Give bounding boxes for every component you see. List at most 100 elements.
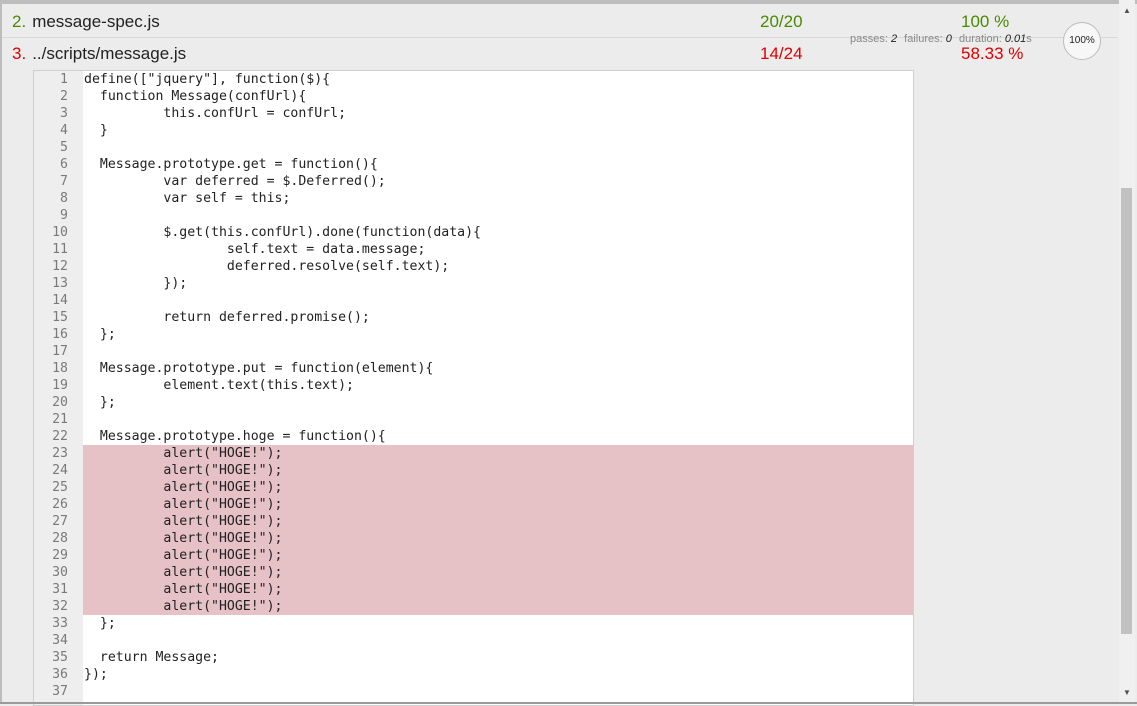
code-line: 3 this.confUrl = confUrl; bbox=[34, 105, 913, 122]
code-line-uncovered: 28 alert("HOGE!"); bbox=[34, 530, 913, 547]
line-number: 25 bbox=[52, 480, 68, 495]
duration-unit: s bbox=[1026, 33, 1032, 45]
line-number: 4 bbox=[60, 123, 68, 138]
code-line: 22 Message.prototype.hoge = function(){ bbox=[34, 428, 913, 445]
code-text: element.text(this.text); bbox=[84, 378, 354, 393]
scroll-up-icon[interactable]: ▲ bbox=[1119, 4, 1135, 18]
line-number: 32 bbox=[52, 599, 68, 614]
code-line: 35 return Message; bbox=[34, 649, 913, 666]
code-text: return deferred.promise(); bbox=[84, 310, 370, 325]
code-text: }; bbox=[84, 616, 116, 631]
code-text: alert("HOGE!"); bbox=[83, 513, 913, 530]
code-text: Message.prototype.hoge = function(){ bbox=[84, 429, 386, 444]
code-line: 19 element.text(this.text); bbox=[34, 377, 913, 394]
code-line: 20 }; bbox=[34, 394, 913, 411]
line-number: 2 bbox=[60, 89, 68, 104]
line-number: 18 bbox=[52, 361, 68, 376]
code-text: var deferred = $.Deferred(); bbox=[84, 174, 386, 189]
code-text: $.get(this.confUrl).done(function(data){ bbox=[84, 225, 481, 240]
scroll-down-icon[interactable]: ▼ bbox=[1119, 686, 1135, 700]
code-line: 7 var deferred = $.Deferred(); bbox=[34, 173, 913, 190]
line-number: 3 bbox=[60, 106, 68, 121]
line-number: 14 bbox=[52, 293, 68, 308]
line-number: 16 bbox=[52, 327, 68, 342]
code-line: 11 self.text = data.message; bbox=[34, 241, 913, 258]
window-top-border bbox=[0, 0, 1137, 4]
line-number: 37 bbox=[52, 684, 68, 699]
code-line: 5 bbox=[34, 139, 913, 156]
line-number: 9 bbox=[60, 208, 68, 223]
code-text: var self = this; bbox=[84, 191, 291, 206]
window-left-border bbox=[0, 0, 2, 704]
code-text: } bbox=[84, 123, 108, 138]
line-number: 12 bbox=[52, 259, 68, 274]
file-name-link[interactable]: 3. ../scripts/message.js bbox=[12, 38, 186, 69]
code-line-uncovered: 32 alert("HOGE!"); bbox=[34, 598, 913, 615]
code-line: 17 bbox=[34, 343, 913, 360]
duration-label: duration: bbox=[958, 33, 1002, 45]
line-number: 7 bbox=[60, 174, 68, 189]
code-line: 1 define(["jquery"], function($){ bbox=[34, 71, 913, 88]
code-text: }); bbox=[84, 667, 108, 682]
line-number: 30 bbox=[52, 565, 68, 580]
line-number: 34 bbox=[52, 633, 68, 648]
line-number: 29 bbox=[52, 548, 68, 563]
vertical-scrollbar[interactable]: ▲ ▼ bbox=[1119, 0, 1135, 702]
line-number: 23 bbox=[52, 446, 68, 461]
code-text: alert("HOGE!"); bbox=[83, 530, 913, 547]
line-number: 21 bbox=[52, 412, 68, 427]
code-line: 34 bbox=[34, 632, 913, 649]
line-number: 19 bbox=[52, 378, 68, 393]
code-text: this.confUrl = confUrl; bbox=[84, 106, 347, 121]
file-name-link[interactable]: 2. message-spec.js bbox=[12, 6, 160, 37]
code-line: 16 }; bbox=[34, 326, 913, 343]
line-number: 8 bbox=[60, 191, 68, 206]
code-line: 10 $.get(this.confUrl).done(function(dat… bbox=[34, 224, 913, 241]
file-name[interactable]: ../scripts/message.js bbox=[32, 44, 186, 63]
passes-label: passes: bbox=[850, 33, 888, 45]
file-name[interactable]: message-spec.js bbox=[32, 12, 160, 31]
code-text: }; bbox=[84, 327, 116, 342]
code-text: define(["jquery"], function($){ bbox=[84, 72, 331, 87]
code-text: }; bbox=[84, 395, 116, 410]
failures-label: failures: bbox=[904, 33, 943, 45]
progress-circle: 100% bbox=[1063, 22, 1101, 60]
code-line-uncovered: 29 alert("HOGE!"); bbox=[34, 547, 913, 564]
coverage-count: 14/24 bbox=[760, 44, 803, 63]
code-text: function Message(confUrl){ bbox=[84, 89, 307, 104]
code-line: 14 bbox=[34, 292, 913, 309]
code-text: }); bbox=[84, 276, 188, 291]
code-text: Message.prototype.get = function(){ bbox=[84, 157, 378, 172]
code-line-uncovered: 24 alert("HOGE!"); bbox=[34, 462, 913, 479]
line-number: 28 bbox=[52, 531, 68, 546]
code-text: Message.prototype.put = function(element… bbox=[84, 361, 434, 376]
line-number: 13 bbox=[52, 276, 68, 291]
code-line: 37 bbox=[34, 683, 913, 700]
code-line-uncovered: 23 alert("HOGE!"); bbox=[34, 445, 913, 462]
line-number: 36 bbox=[52, 667, 68, 682]
code-line-uncovered: 31 alert("HOGE!"); bbox=[34, 581, 913, 598]
test-stats: passes: 2 failures: 0 duration: 0.01s bbox=[850, 33, 1032, 45]
code-text: self.text = data.message; bbox=[84, 242, 426, 257]
line-number: 11 bbox=[52, 242, 68, 257]
code-text: alert("HOGE!"); bbox=[83, 581, 913, 598]
line-number: 35 bbox=[52, 650, 68, 665]
line-number: 26 bbox=[52, 497, 68, 512]
line-number: 15 bbox=[52, 310, 68, 325]
code-line-uncovered: 25 alert("HOGE!"); bbox=[34, 479, 913, 496]
line-number: 24 bbox=[52, 463, 68, 478]
passes-count: 2 bbox=[890, 33, 898, 45]
code-line: 12 deferred.resolve(self.text); bbox=[34, 258, 913, 275]
code-text: alert("HOGE!"); bbox=[83, 462, 913, 479]
line-number: 1 bbox=[60, 72, 68, 87]
line-number: 6 bbox=[60, 157, 68, 172]
duration-value: 0.01 bbox=[1004, 33, 1027, 45]
code-line: 33 }; bbox=[34, 615, 913, 632]
code-line-uncovered: 27 alert("HOGE!"); bbox=[34, 513, 913, 530]
line-number: 5 bbox=[60, 140, 68, 155]
code-line: 36}); bbox=[34, 666, 913, 683]
code-line: 2 function Message(confUrl){ bbox=[34, 88, 913, 105]
scrollbar-thumb[interactable] bbox=[1121, 188, 1132, 634]
code-line: 4 } bbox=[34, 122, 913, 139]
line-number: 33 bbox=[52, 616, 68, 631]
